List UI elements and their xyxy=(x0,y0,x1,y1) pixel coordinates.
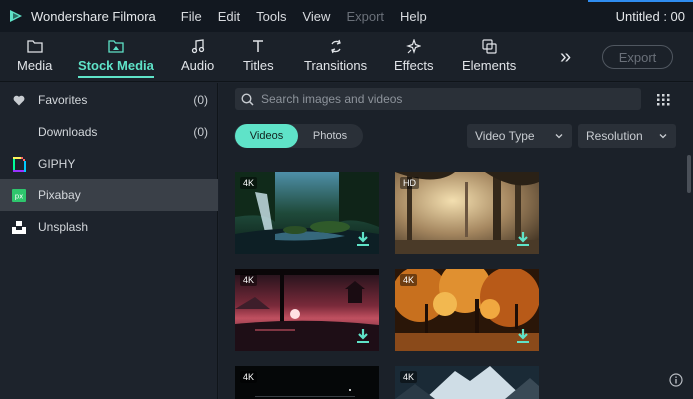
search-placeholder: Search images and videos xyxy=(261,92,403,106)
tab-elements[interactable]: Elements xyxy=(462,37,516,77)
folder-icon xyxy=(27,37,43,55)
document-title: Untitled : 00 xyxy=(615,9,685,24)
sidebar-item-giphy-label: GIPHY xyxy=(38,157,76,171)
resolution-badge: 4K xyxy=(240,274,258,286)
sidebar-item-favorites[interactable]: Favorites (0) xyxy=(0,84,218,116)
filmora-logo-icon xyxy=(9,9,23,23)
tab-stock-media[interactable]: Stock Media xyxy=(78,37,154,78)
photos-toggle-button[interactable]: Photos xyxy=(300,124,360,148)
tab-transitions[interactable]: Transitions xyxy=(304,37,367,77)
tab-stock-media-label: Stock Media xyxy=(78,58,154,73)
video-type-label: Video Type xyxy=(475,129,535,143)
pixabay-icon: px xyxy=(11,187,27,203)
menu-view[interactable]: View xyxy=(302,9,330,24)
tab-media-label: Media xyxy=(17,58,53,73)
menu-file[interactable]: File xyxy=(181,9,202,24)
stock-thumbnail[interactable]: 4K xyxy=(235,269,379,351)
media-type-toggle: Videos Photos xyxy=(234,124,363,148)
video-type-dropdown[interactable]: Video Type xyxy=(467,124,572,148)
stock-folder-icon xyxy=(108,37,124,55)
stock-thumbnail[interactable]: 4K xyxy=(235,172,379,254)
tab-titles-label: Titles xyxy=(243,58,274,73)
resolution-badge: HD xyxy=(400,177,419,189)
resolution-dropdown[interactable]: Resolution xyxy=(578,124,676,148)
resolution-badge: 4K xyxy=(400,371,418,383)
download-icon[interactable] xyxy=(357,232,369,246)
chevron-down-icon xyxy=(554,130,564,144)
grid-view-icon[interactable] xyxy=(657,93,670,111)
download-icon[interactable] xyxy=(357,329,369,343)
unsplash-icon xyxy=(11,219,27,235)
info-icon[interactable] xyxy=(669,373,683,392)
tab-audio[interactable]: Audio xyxy=(181,37,214,77)
more-tabs-button[interactable]: » xyxy=(560,46,571,69)
chevron-down-icon xyxy=(658,130,668,144)
sparkle-icon xyxy=(406,37,422,55)
filmora-window: Wondershare Filmora File Edit Tools View… xyxy=(0,0,693,399)
stock-thumbnail[interactable]: 4K xyxy=(395,366,539,399)
menu-export[interactable]: Export xyxy=(346,9,384,24)
menu-edit[interactable]: Edit xyxy=(218,9,240,24)
sidebar-item-unsplash[interactable]: Unsplash xyxy=(0,211,218,243)
transition-arrows-icon xyxy=(329,37,343,55)
sidebar-item-giphy[interactable]: GIPHY xyxy=(0,148,218,180)
download-icon[interactable] xyxy=(517,232,529,246)
vertical-scrollbar[interactable] xyxy=(687,155,691,193)
sidebar-item-favorites-label: Favorites xyxy=(38,93,88,107)
downloads-count: (0) xyxy=(193,125,208,139)
search-icon xyxy=(241,92,254,106)
export-button[interactable]: Export xyxy=(602,45,673,69)
tab-titles[interactable]: Titles xyxy=(243,37,274,77)
music-note-icon xyxy=(191,37,205,55)
title-accent-line xyxy=(588,0,693,2)
stock-thumbnail[interactable]: 4K xyxy=(395,269,539,351)
heart-icon xyxy=(11,92,27,108)
tab-effects-label: Effects xyxy=(394,58,434,73)
app-name: Wondershare Filmora xyxy=(31,8,156,24)
tab-media[interactable]: Media xyxy=(17,37,52,77)
tab-audio-label: Audio xyxy=(181,58,215,73)
tab-effects[interactable]: Effects xyxy=(394,37,434,77)
text-t-icon xyxy=(251,37,265,55)
resolution-label: Resolution xyxy=(586,129,643,143)
menu-tools[interactable]: Tools xyxy=(256,9,286,24)
title-bar: Wondershare Filmora File Edit Tools View… xyxy=(0,0,693,32)
sidebar-item-unsplash-label: Unsplash xyxy=(38,220,89,234)
tab-transitions-label: Transitions xyxy=(304,58,368,73)
elements-icon xyxy=(481,37,497,55)
resolution-badge: 4K xyxy=(240,371,258,383)
sidebar-item-downloads-label: Downloads xyxy=(38,125,98,139)
tab-elements-label: Elements xyxy=(462,58,517,73)
favorites-count: (0) xyxy=(193,93,208,107)
svg-text:px: px xyxy=(15,192,24,200)
menu-help[interactable]: Help xyxy=(400,9,427,24)
stock-media-panel: Search images and videos Videos Photos V… xyxy=(219,83,693,399)
videos-toggle-button[interactable]: Videos xyxy=(235,124,298,148)
resolution-badge: 4K xyxy=(240,177,258,189)
search-input[interactable]: Search images and videos xyxy=(235,88,641,110)
giphy-icon xyxy=(11,156,27,172)
sidebar-item-pixabay[interactable]: px Pixabay xyxy=(0,179,218,211)
stock-thumbnail[interactable]: 4K xyxy=(235,366,379,399)
resolution-badge: 4K xyxy=(400,274,418,286)
download-icon[interactable] xyxy=(517,329,529,343)
main-toolbar: Media Stock Media Audio Titles Transitio… xyxy=(0,32,693,82)
sidebar-item-downloads[interactable]: Downloads (0) xyxy=(0,116,218,148)
stock-sources-sidebar: Favorites (0) Downloads (0) GIPHY px Pix… xyxy=(0,83,218,399)
sidebar-item-pixabay-label: Pixabay xyxy=(38,188,81,202)
stock-thumbnail[interactable]: HD xyxy=(395,172,539,254)
